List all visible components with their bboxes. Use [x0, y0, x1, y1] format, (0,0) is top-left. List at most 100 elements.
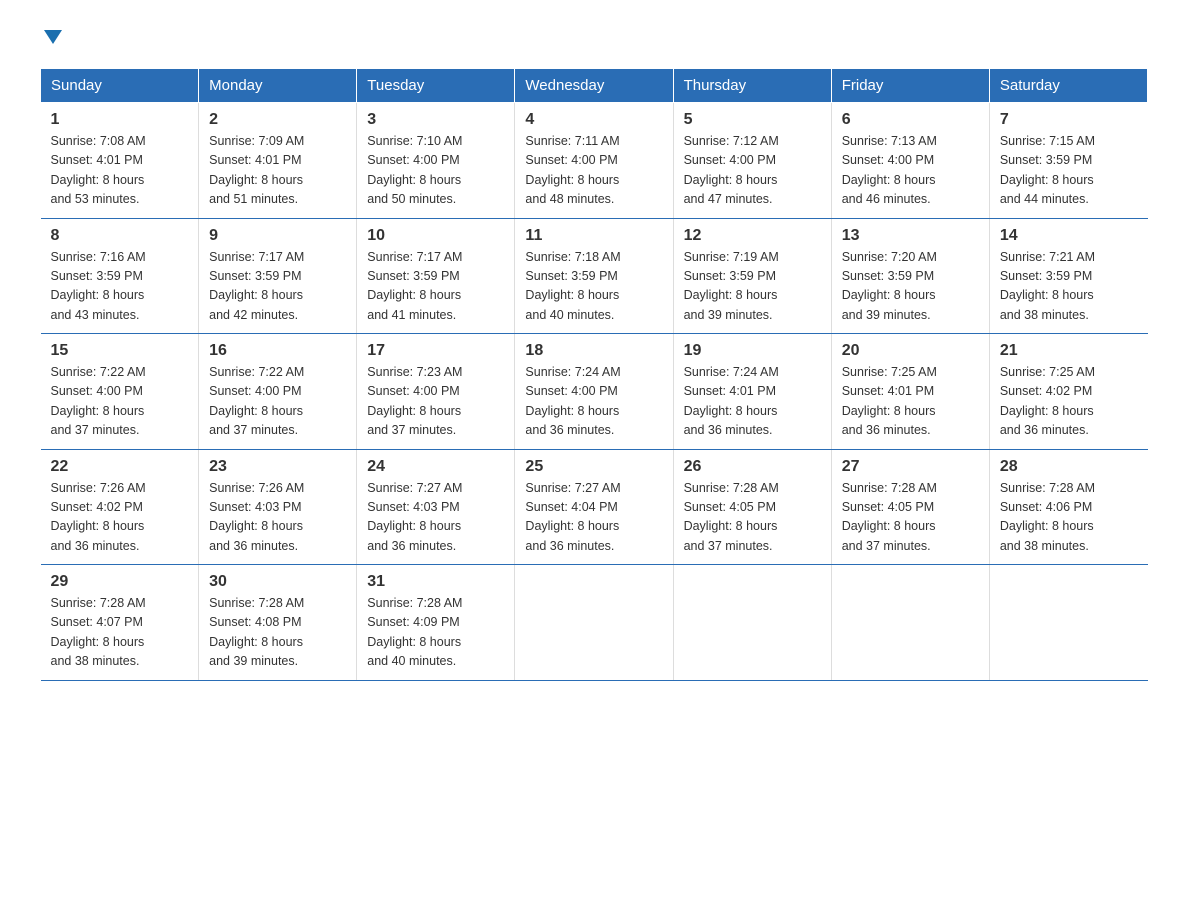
day-info: Sunrise: 7:19 AMSunset: 3:59 PMDaylight:… [684, 250, 779, 322]
day-number: 26 [684, 458, 821, 476]
calendar-cell: 29Sunrise: 7:28 AMSunset: 4:07 PMDayligh… [41, 565, 199, 681]
logo [40, 30, 64, 48]
calendar-cell: 1 Sunrise: 7:08 AMSunset: 4:01 PMDaylight… [41, 103, 199, 219]
day-number: 1 [51, 111, 189, 129]
day-of-week-header: Sunday [41, 69, 199, 103]
day-of-week-header: Saturday [989, 69, 1147, 103]
calendar-cell: 4 Sunrise: 7:11 AMSunset: 4:00 PMDaylight… [515, 103, 673, 219]
calendar-cell: 14 Sunrise: 7:21 AMSunset: 3:59 PMDayligh… [989, 218, 1147, 334]
calendar-cell: 24 Sunrise: 7:27 AMSunset: 4:03 PMDayligh… [357, 449, 515, 565]
calendar-cell [515, 565, 673, 681]
page-header [40, 30, 1148, 48]
day-number: 30 [209, 573, 346, 591]
day-number: 20 [842, 342, 979, 360]
day-info: Sunrise: 7:23 AMSunset: 4:00 PMDaylight:… [367, 365, 462, 437]
calendar-cell: 31Sunrise: 7:28 AMSunset: 4:09 PMDayligh… [357, 565, 515, 681]
day-number: 17 [367, 342, 504, 360]
day-info: Sunrise: 7:24 AMSunset: 4:00 PMDaylight:… [525, 365, 620, 437]
day-info: Sunrise: 7:24 AMSunset: 4:01 PMDaylight:… [684, 365, 779, 437]
calendar-cell [831, 565, 989, 681]
calendar-cell [989, 565, 1147, 681]
calendar-week-row: 29Sunrise: 7:28 AMSunset: 4:07 PMDayligh… [41, 565, 1148, 681]
day-info: Sunrise: 7:09 AMSunset: 4:01 PMDaylight:… [209, 134, 304, 206]
calendar-cell: 6Sunrise: 7:13 AMSunset: 4:00 PMDaylight… [831, 103, 989, 219]
calendar-week-row: 8 Sunrise: 7:16 AMSunset: 3:59 PMDaylight… [41, 218, 1148, 334]
day-info: Sunrise: 7:28 AMSunset: 4:05 PMDaylight:… [842, 481, 937, 553]
day-number: 22 [51, 458, 189, 476]
day-number: 5 [684, 111, 821, 129]
day-info: Sunrise: 7:28 AMSunset: 4:07 PMDaylight:… [51, 596, 146, 668]
day-info: Sunrise: 7:18 AMSunset: 3:59 PMDaylight:… [525, 250, 620, 322]
day-info: Sunrise: 7:21 AMSunset: 3:59 PMDaylight:… [1000, 250, 1095, 322]
day-info: Sunrise: 7:22 AMSunset: 4:00 PMDaylight:… [209, 365, 304, 437]
calendar-cell: 20 Sunrise: 7:25 AMSunset: 4:01 PMDayligh… [831, 334, 989, 450]
header-row: SundayMondayTuesdayWednesdayThursdayFrid… [41, 69, 1148, 103]
calendar-week-row: 15 Sunrise: 7:22 AMSunset: 4:00 PMDayligh… [41, 334, 1148, 450]
day-info: Sunrise: 7:27 AMSunset: 4:03 PMDaylight:… [367, 481, 462, 553]
day-number: 25 [525, 458, 662, 476]
day-info: Sunrise: 7:17 AMSunset: 3:59 PMDaylight:… [367, 250, 462, 322]
day-number: 15 [51, 342, 189, 360]
calendar-cell: 25 Sunrise: 7:27 AMSunset: 4:04 PMDayligh… [515, 449, 673, 565]
calendar-cell: 16 Sunrise: 7:22 AMSunset: 4:00 PMDayligh… [199, 334, 357, 450]
calendar-cell: 11Sunrise: 7:18 AMSunset: 3:59 PMDayligh… [515, 218, 673, 334]
calendar-week-row: 1 Sunrise: 7:08 AMSunset: 4:01 PMDaylight… [41, 103, 1148, 219]
day-number: 23 [209, 458, 346, 476]
day-number: 18 [525, 342, 662, 360]
calendar-cell: 5 Sunrise: 7:12 AMSunset: 4:00 PMDaylight… [673, 103, 831, 219]
day-info: Sunrise: 7:08 AMSunset: 4:01 PMDaylight:… [51, 134, 146, 206]
day-info: Sunrise: 7:25 AMSunset: 4:02 PMDaylight:… [1000, 365, 1095, 437]
day-info: Sunrise: 7:28 AMSunset: 4:08 PMDaylight:… [209, 596, 304, 668]
day-info: Sunrise: 7:27 AMSunset: 4:04 PMDaylight:… [525, 481, 620, 553]
calendar-cell: 12 Sunrise: 7:19 AMSunset: 3:59 PMDayligh… [673, 218, 831, 334]
day-info: Sunrise: 7:28 AMSunset: 4:09 PMDaylight:… [367, 596, 462, 668]
calendar-cell: 2 Sunrise: 7:09 AMSunset: 4:01 PMDaylight… [199, 103, 357, 219]
day-number: 12 [684, 227, 821, 245]
day-info: Sunrise: 7:10 AMSunset: 4:00 PMDaylight:… [367, 134, 462, 206]
calendar-cell: 7 Sunrise: 7:15 AMSunset: 3:59 PMDaylight… [989, 103, 1147, 219]
day-number: 14 [1000, 227, 1138, 245]
calendar-body: 1 Sunrise: 7:08 AMSunset: 4:01 PMDaylight… [41, 103, 1148, 681]
day-info: Sunrise: 7:22 AMSunset: 4:00 PMDaylight:… [51, 365, 146, 437]
day-info: Sunrise: 7:16 AMSunset: 3:59 PMDaylight:… [51, 250, 146, 322]
day-number: 21 [1000, 342, 1138, 360]
day-info: Sunrise: 7:12 AMSunset: 4:00 PMDaylight:… [684, 134, 779, 206]
calendar-cell: 3Sunrise: 7:10 AMSunset: 4:00 PMDaylight… [357, 103, 515, 219]
calendar-cell: 22 Sunrise: 7:26 AMSunset: 4:02 PMDayligh… [41, 449, 199, 565]
calendar-cell: 15 Sunrise: 7:22 AMSunset: 4:00 PMDayligh… [41, 334, 199, 450]
day-number: 8 [51, 227, 189, 245]
day-info: Sunrise: 7:25 AMSunset: 4:01 PMDaylight:… [842, 365, 937, 437]
day-info: Sunrise: 7:20 AMSunset: 3:59 PMDaylight:… [842, 250, 937, 322]
day-number: 16 [209, 342, 346, 360]
day-number: 28 [1000, 458, 1138, 476]
day-info: Sunrise: 7:28 AMSunset: 4:05 PMDaylight:… [684, 481, 779, 553]
calendar-cell [673, 565, 831, 681]
calendar-cell: 10Sunrise: 7:17 AMSunset: 3:59 PMDayligh… [357, 218, 515, 334]
calendar-cell: 13 Sunrise: 7:20 AMSunset: 3:59 PMDayligh… [831, 218, 989, 334]
calendar-cell: 18 Sunrise: 7:24 AMSunset: 4:00 PMDayligh… [515, 334, 673, 450]
day-info: Sunrise: 7:28 AMSunset: 4:06 PMDaylight:… [1000, 481, 1095, 553]
day-of-week-header: Tuesday [357, 69, 515, 103]
calendar-cell: 27 Sunrise: 7:28 AMSunset: 4:05 PMDayligh… [831, 449, 989, 565]
day-of-week-header: Monday [199, 69, 357, 103]
day-number: 7 [1000, 111, 1138, 129]
day-number: 13 [842, 227, 979, 245]
calendar-cell: 21 Sunrise: 7:25 AMSunset: 4:02 PMDayligh… [989, 334, 1147, 450]
day-number: 27 [842, 458, 979, 476]
calendar-cell: 26 Sunrise: 7:28 AMSunset: 4:05 PMDayligh… [673, 449, 831, 565]
day-number: 9 [209, 227, 346, 245]
calendar-cell: 8 Sunrise: 7:16 AMSunset: 3:59 PMDaylight… [41, 218, 199, 334]
calendar-cell: 19 Sunrise: 7:24 AMSunset: 4:01 PMDayligh… [673, 334, 831, 450]
day-info: Sunrise: 7:11 AMSunset: 4:00 PMDaylight:… [525, 134, 619, 206]
day-info: Sunrise: 7:15 AMSunset: 3:59 PMDaylight:… [1000, 134, 1095, 206]
calendar-cell: 30 Sunrise: 7:28 AMSunset: 4:08 PMDayligh… [199, 565, 357, 681]
day-number: 4 [525, 111, 662, 129]
day-number: 19 [684, 342, 821, 360]
day-info: Sunrise: 7:26 AMSunset: 4:02 PMDaylight:… [51, 481, 146, 553]
day-info: Sunrise: 7:17 AMSunset: 3:59 PMDaylight:… [209, 250, 304, 322]
day-number: 2 [209, 111, 346, 129]
day-number: 24 [367, 458, 504, 476]
calendar-header: SundayMondayTuesdayWednesdayThursdayFrid… [41, 69, 1148, 103]
day-info: Sunrise: 7:13 AMSunset: 4:00 PMDaylight:… [842, 134, 937, 206]
calendar-week-row: 22 Sunrise: 7:26 AMSunset: 4:02 PMDayligh… [41, 449, 1148, 565]
